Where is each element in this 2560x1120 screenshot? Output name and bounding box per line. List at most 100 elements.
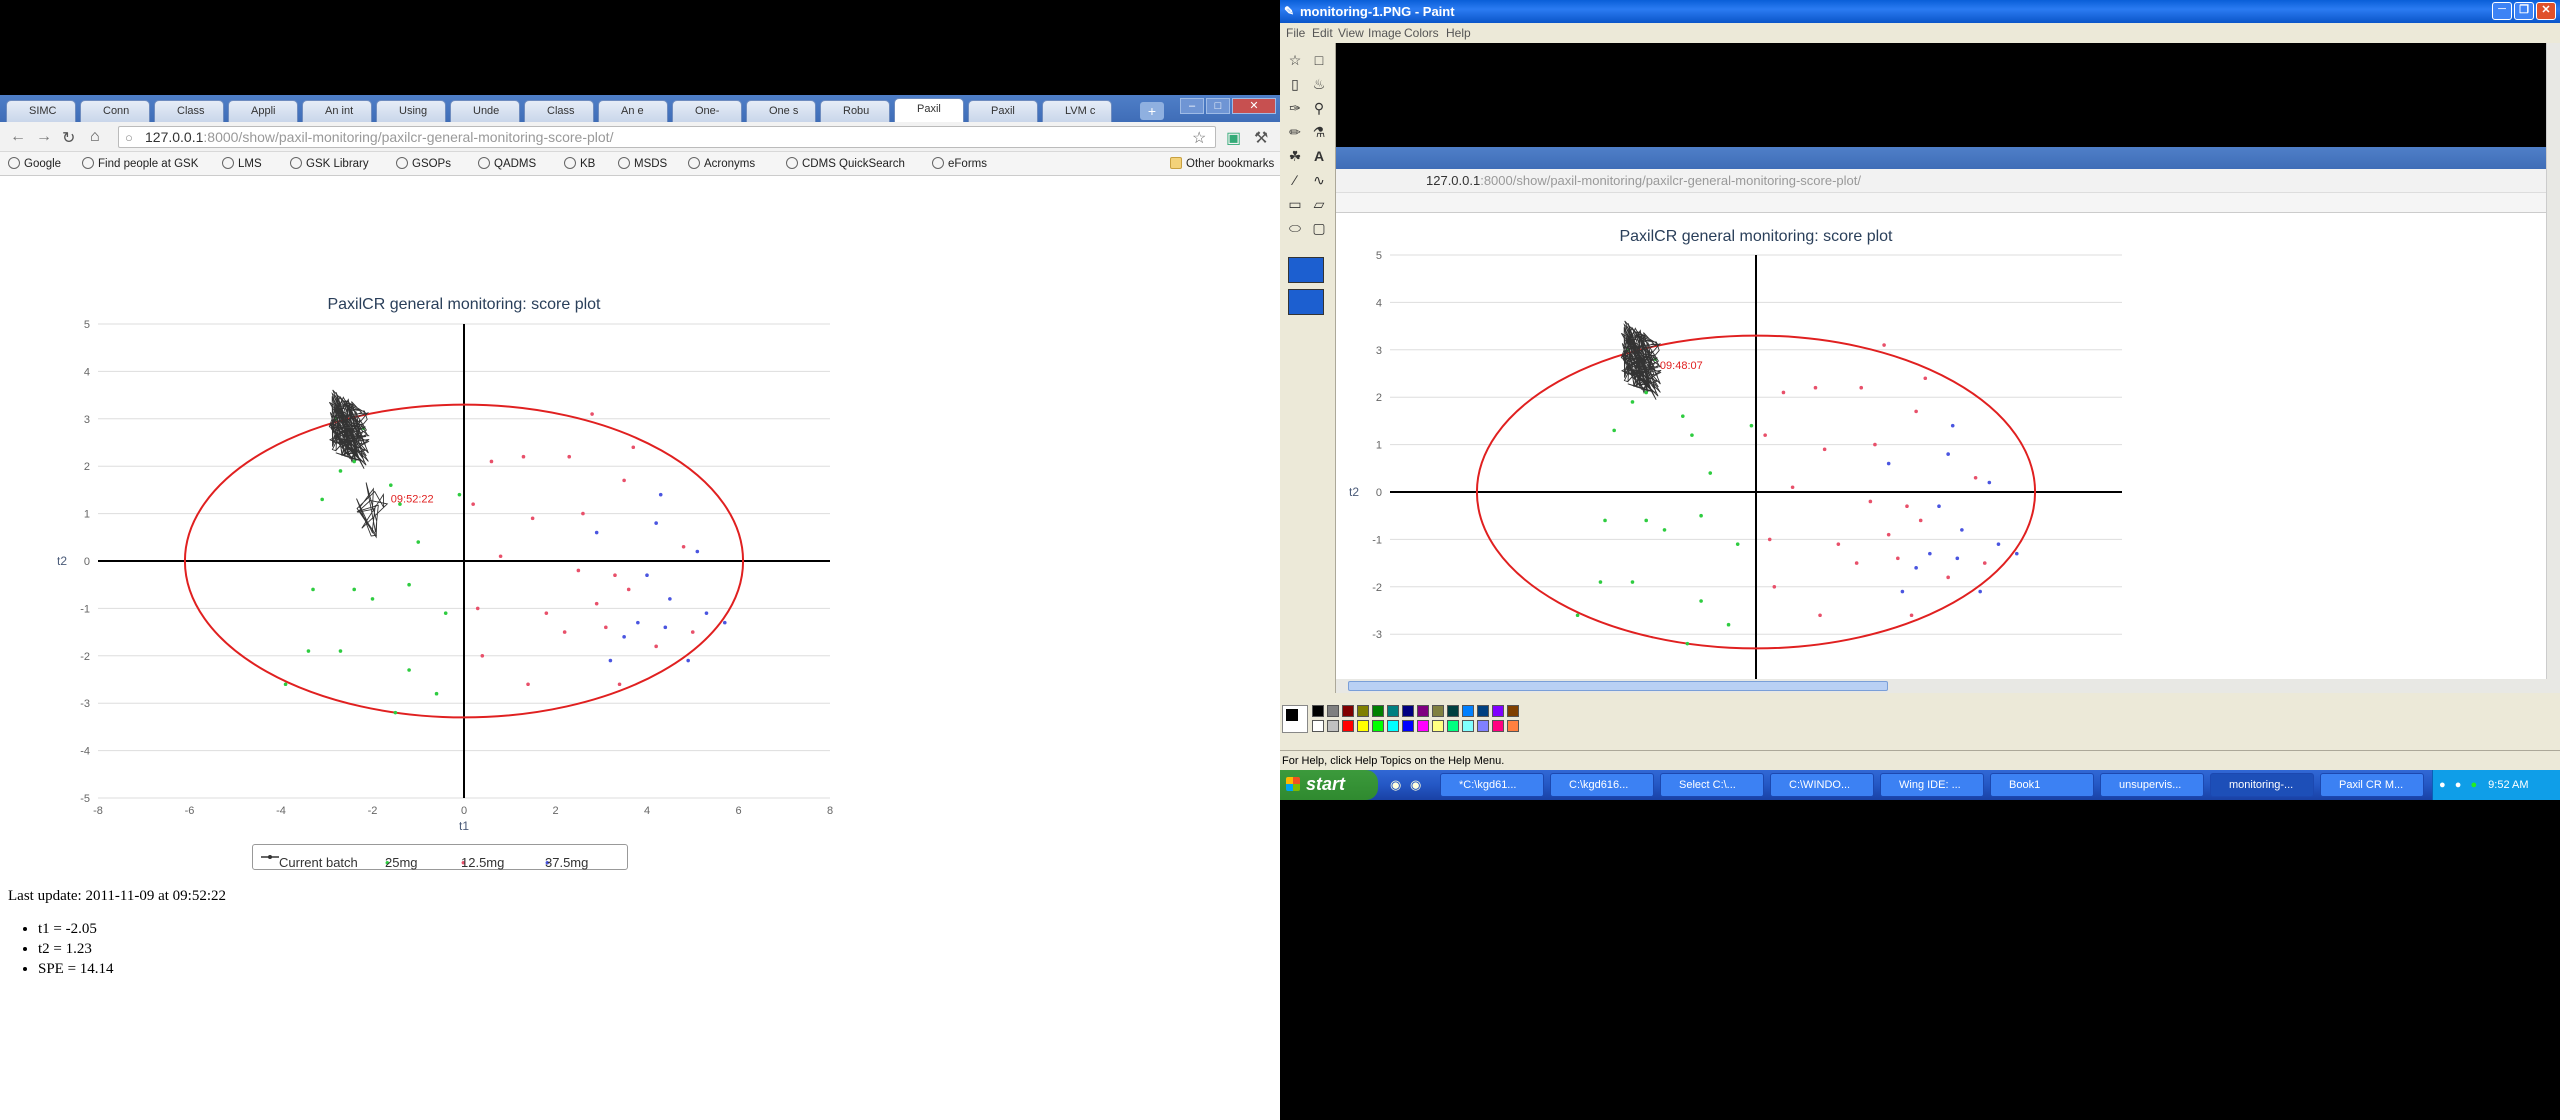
- color-swatch[interactable]: [1402, 705, 1414, 717]
- color-swatch[interactable]: [1417, 705, 1429, 717]
- taskbar-button[interactable]: monitoring-...: [2210, 773, 2314, 797]
- tool-option-icon[interactable]: [1288, 289, 1324, 315]
- eraser-icon[interactable]: ▯: [1284, 73, 1306, 95]
- browser-tab[interactable]: Using: [376, 100, 446, 122]
- color-swatch[interactable]: [1342, 720, 1354, 732]
- color-swatch[interactable]: [1507, 705, 1519, 717]
- color-swatch[interactable]: [1462, 720, 1474, 732]
- browser-tab[interactable]: Paxil: [968, 100, 1038, 122]
- close-window-button[interactable]: ✕: [1232, 98, 1276, 114]
- color-swatch[interactable]: [1462, 705, 1474, 717]
- browser-tab[interactable]: Paxil: [894, 98, 964, 122]
- color-swatch[interactable]: [1372, 720, 1384, 732]
- bookmark-star-icon[interactable]: ☆: [1192, 128, 1206, 148]
- bookmark-item[interactable]: Find people at GSK: [82, 157, 198, 170]
- color-swatch[interactable]: [1432, 705, 1444, 717]
- fill-icon[interactable]: ♨: [1308, 73, 1330, 95]
- forward-icon[interactable]: →: [36, 128, 52, 146]
- bookmark-item[interactable]: CDMS QuickSearch: [786, 157, 905, 170]
- rectangle-icon[interactable]: ▭: [1284, 193, 1306, 215]
- color-swatch[interactable]: [1402, 720, 1414, 732]
- polygon-icon[interactable]: ▱: [1308, 193, 1330, 215]
- color-swatch[interactable]: [1387, 705, 1399, 717]
- text-icon[interactable]: A: [1308, 145, 1330, 167]
- browser-tab[interactable]: An int: [302, 100, 372, 122]
- paint-image[interactable]: 127.0.0.1:8000/show/paxil-monitoring/pax…: [1336, 43, 2546, 679]
- free-select-icon[interactable]: ☆: [1284, 49, 1306, 71]
- new-tab-button[interactable]: +: [1140, 102, 1164, 120]
- color-swatch[interactable]: [1372, 705, 1384, 717]
- wrench-icon[interactable]: ⚒: [1254, 128, 1268, 148]
- browser-tab[interactable]: An e: [598, 100, 668, 122]
- color-swatch[interactable]: [1387, 720, 1399, 732]
- bookmark-item[interactable]: LMS: [222, 157, 262, 170]
- scrollbar-thumb[interactable]: [1348, 681, 1888, 691]
- bookmark-item[interactable]: Acronyms: [688, 157, 755, 170]
- color-swatch[interactable]: [1312, 705, 1324, 717]
- back-icon[interactable]: ←: [10, 128, 26, 146]
- tray-icon[interactable]: ●: [2470, 779, 2477, 791]
- color-swatch[interactable]: [1312, 720, 1324, 732]
- paint-restore-button[interactable]: ❐: [2514, 2, 2534, 20]
- brush-icon[interactable]: ⚗: [1308, 121, 1330, 143]
- vertical-scrollbar[interactable]: [2546, 43, 2560, 679]
- browser-tab[interactable]: One s: [746, 100, 816, 122]
- browser-tab[interactable]: Conn: [80, 100, 150, 122]
- curve-icon[interactable]: ∿: [1308, 169, 1330, 191]
- taskbar-button[interactable]: C:\WINDO...: [1770, 773, 1874, 797]
- paint-close-button[interactable]: ✕: [2536, 2, 2556, 20]
- color-swatch[interactable]: [1447, 720, 1459, 732]
- bookmark-item[interactable]: KB: [564, 157, 595, 170]
- pencil-icon[interactable]: ✏: [1284, 121, 1306, 143]
- airbrush-icon[interactable]: ☘: [1284, 145, 1306, 167]
- picker-icon[interactable]: ✑: [1284, 97, 1306, 119]
- rounded-rect-icon[interactable]: ▢: [1308, 217, 1330, 239]
- taskbar-button[interactable]: C:\kgd616...: [1550, 773, 1654, 797]
- address-bar[interactable]: ○ 127.0.0.1:8000/show/paxil-monitoring/p…: [118, 126, 1216, 148]
- start-button[interactable]: start: [1280, 770, 1378, 800]
- taskbar-button[interactable]: *C:\kgd61...: [1440, 773, 1544, 797]
- browser-tab[interactable]: One-: [672, 100, 742, 122]
- rect-select-icon[interactable]: □: [1308, 49, 1330, 71]
- color-swatch[interactable]: [1417, 720, 1429, 732]
- minimize-button[interactable]: –: [1180, 98, 1204, 114]
- taskbar-button[interactable]: Paxil CR M...: [2320, 773, 2424, 797]
- bookmark-item[interactable]: MSDS: [618, 157, 667, 170]
- quicklaunch-icon[interactable]: ◉: [1410, 777, 1421, 793]
- browser-tab[interactable]: Class: [154, 100, 224, 122]
- horizontal-scrollbar[interactable]: [1336, 679, 2560, 693]
- color-swatch[interactable]: [1492, 720, 1504, 732]
- browser-tab[interactable]: SIMC: [6, 100, 76, 122]
- color-swatch[interactable]: [1447, 705, 1459, 717]
- bookmark-item[interactable]: GSOPs: [396, 157, 451, 170]
- browser-tab[interactable]: LVM c: [1042, 100, 1112, 122]
- color-swatch[interactable]: [1357, 705, 1369, 717]
- quicklaunch-icon[interactable]: ◉: [1390, 777, 1401, 793]
- color-swatch[interactable]: [1327, 720, 1339, 732]
- menu-view[interactable]: View: [1338, 26, 1364, 40]
- taskbar-button[interactable]: Book1: [1990, 773, 2094, 797]
- taskbar-button[interactable]: Wing IDE: ...: [1880, 773, 1984, 797]
- extension-icon[interactable]: ▣: [1226, 128, 1241, 148]
- browser-tab[interactable]: Unde: [450, 100, 520, 122]
- color-swatch[interactable]: [1432, 720, 1444, 732]
- tray-icon[interactable]: ●: [2455, 779, 2462, 791]
- menu-image[interactable]: Image: [1368, 26, 1401, 40]
- color-swatch[interactable]: [1357, 720, 1369, 732]
- color-swatch[interactable]: [1492, 705, 1504, 717]
- menu-file[interactable]: File: [1286, 26, 1305, 40]
- tool-option-icon[interactable]: [1288, 257, 1324, 283]
- color-swatch[interactable]: [1507, 720, 1519, 732]
- ellipse-icon[interactable]: ⬭: [1284, 217, 1306, 239]
- color-swatch[interactable]: [1342, 705, 1354, 717]
- menu-help[interactable]: Help: [1446, 26, 1471, 40]
- color-swatch[interactable]: [1477, 705, 1489, 717]
- color-swatch[interactable]: [1327, 705, 1339, 717]
- menu-colors[interactable]: Colors: [1404, 26, 1439, 40]
- browser-tab[interactable]: Class: [524, 100, 594, 122]
- line-icon[interactable]: ∕: [1284, 169, 1306, 191]
- reload-icon[interactable]: ↻: [62, 128, 75, 148]
- menu-edit[interactable]: Edit: [1312, 26, 1333, 40]
- tray-icon[interactable]: ●: [2439, 779, 2446, 791]
- bookmark-item[interactable]: Google: [8, 157, 61, 170]
